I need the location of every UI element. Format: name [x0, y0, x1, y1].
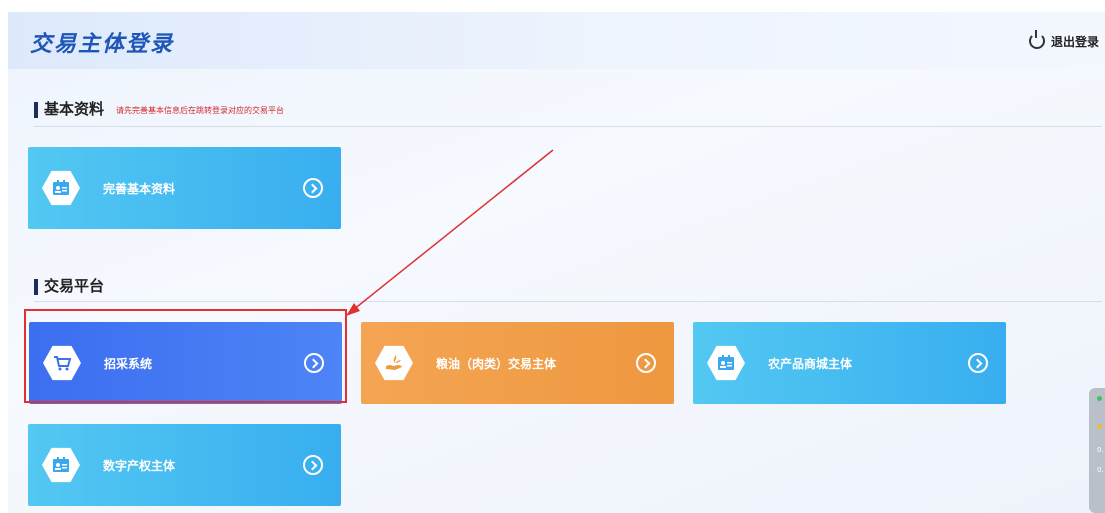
- status-dot: [1097, 424, 1102, 429]
- section-divider: [34, 126, 1102, 127]
- id-card-icon: [707, 345, 745, 381]
- highlight-box: [24, 309, 347, 403]
- logout-button[interactable]: 退出登录: [1028, 30, 1099, 51]
- card-grain-oil[interactable]: 粮油（肉类）交易主体: [361, 322, 674, 404]
- section-basic-header: 基本资料 请先完善基本信息后在跳转登录对应的交易平台: [34, 94, 284, 118]
- id-card-icon: [42, 170, 80, 206]
- card-complete-profile[interactable]: 完善基本资料: [28, 147, 341, 229]
- section-divider: [34, 301, 1102, 302]
- power-icon: [1028, 30, 1045, 49]
- page-title: 交易主体登录: [30, 32, 175, 57]
- card-label: 完善基本资料: [103, 182, 176, 196]
- chevron-right-icon[interactable]: [303, 455, 323, 475]
- section-marker: [34, 279, 38, 295]
- side-widget-value: 0.: [1097, 446, 1104, 454]
- hand-grain-icon: [375, 345, 413, 381]
- card-label: 粮油（肉类）交易主体: [436, 357, 557, 371]
- section-marker: [34, 102, 38, 118]
- status-dot: [1097, 396, 1102, 401]
- side-widget[interactable]: 0. 0.: [1089, 388, 1105, 513]
- chevron-right-icon[interactable]: [636, 353, 656, 373]
- card-agri-mall[interactable]: 农产品商城主体: [693, 322, 1006, 404]
- side-widget-value: 0.: [1097, 466, 1104, 474]
- id-card-icon: [42, 447, 80, 483]
- section-basic-title: 基本资料: [44, 100, 105, 118]
- page-header: 交易主体登录 退出登录: [8, 12, 1105, 69]
- chevron-right-icon[interactable]: [303, 178, 323, 198]
- card-digital-ip[interactable]: 数字产权主体: [28, 424, 341, 506]
- chevron-right-icon[interactable]: [968, 353, 988, 373]
- card-label: 农产品商城主体: [768, 357, 853, 371]
- section-platform-title: 交易平台: [44, 277, 105, 295]
- section-platform-header: 交易平台: [34, 271, 104, 295]
- card-label: 数字产权主体: [103, 459, 176, 473]
- section-basic-note: 请先完善基本信息后在跳转登录对应的交易平台: [116, 106, 285, 115]
- logout-label: 退出登录: [1050, 34, 1099, 49]
- main-frame: 交易主体登录 退出登录 基本资料 请先完善基本信息后在跳转登录对应的交易平台 完…: [8, 12, 1105, 513]
